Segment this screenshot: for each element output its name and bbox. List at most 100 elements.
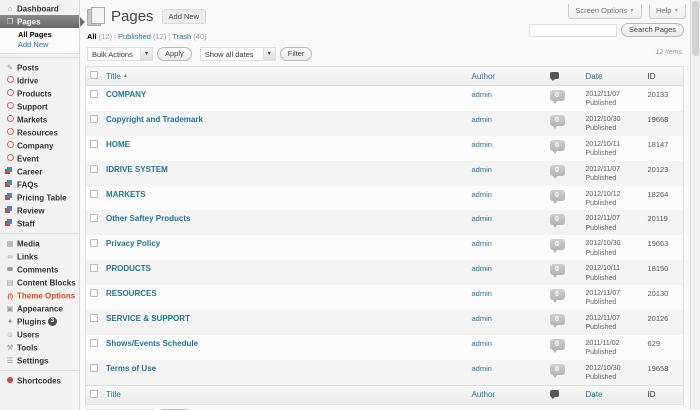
column-author[interactable]: Author — [467, 66, 546, 86]
page-title-link[interactable]: Other Saftey Products — [106, 214, 190, 223]
page-title-link[interactable]: Terms of Use — [106, 364, 156, 373]
page-title-link[interactable]: SERVICE & SUPPORT — [106, 314, 190, 323]
row-checkbox[interactable] — [90, 189, 98, 198]
view-link-trash[interactable]: Trash — [172, 32, 191, 41]
filter-button[interactable]: Filter — [279, 47, 313, 61]
scrollbar-thumb[interactable] — [692, 1, 699, 56]
row-checkbox[interactable] — [90, 289, 98, 297]
sidebar-item-staff[interactable]: Staff — [0, 217, 79, 230]
row-checkbox[interactable] — [90, 164, 98, 173]
sidebar-item-dashboard[interactable]: Dashboard — [0, 2, 79, 15]
author-link[interactable]: admin — [472, 115, 492, 124]
sidebar-item-users[interactable]: Users — [0, 328, 79, 341]
sidebar-item-pages[interactable]: Pages — [0, 15, 85, 28]
author-link[interactable]: admin — [472, 140, 492, 149]
sidebar-item-shortcodes[interactable]: Shortcodes — [0, 374, 79, 387]
sidebar-item-company[interactable]: Company — [0, 139, 79, 152]
column-comments[interactable] — [545, 66, 582, 86]
comment-count-bubble[interactable]: 0 — [549, 214, 565, 229]
page-title-link[interactable]: IDRIVE SYSTEM — [106, 165, 168, 174]
comment-count-bubble[interactable]: 0 — [549, 363, 565, 378]
comment-count-bubble[interactable]: 0 — [549, 164, 565, 179]
page-title-link[interactable]: Privacy Policy — [106, 239, 160, 248]
page-title-link[interactable]: Copyright and Trademark — [106, 115, 203, 124]
sidebar-item-career[interactable]: Career — [0, 165, 79, 178]
select-all-checkbox[interactable] — [90, 389, 98, 398]
page-title-link[interactable]: RESOURCES — [106, 289, 157, 298]
sidebar-item-tools[interactable]: Tools — [0, 341, 79, 354]
page-title-link[interactable]: Shows/Events Schedule — [106, 339, 198, 348]
column-author[interactable]: Author — [467, 384, 546, 404]
column-date[interactable]: Date — [581, 66, 644, 86]
comment-count-bubble[interactable]: 0 — [549, 189, 565, 204]
search-input[interactable] — [528, 23, 617, 37]
page-title-link[interactable]: MARKETS — [106, 190, 146, 199]
comment-count-bubble[interactable]: 0 — [549, 139, 565, 154]
sidebar-item-posts[interactable]: Posts — [0, 61, 79, 74]
author-link[interactable]: admin — [472, 264, 492, 273]
comment-count-bubble[interactable]: 0 — [549, 114, 565, 129]
page-title-link[interactable]: HOME — [106, 140, 130, 149]
row-checkbox[interactable] — [90, 214, 98, 223]
sidebar-subitem-all-pages[interactable]: All Pages — [0, 30, 79, 40]
sidebar-item-content-blocks[interactable]: Content Blocks — [0, 276, 79, 289]
column-date[interactable]: Date — [581, 384, 644, 404]
search-pages-button[interactable]: Search Pages — [620, 23, 684, 37]
sidebar-item-review[interactable]: Review — [0, 204, 79, 217]
sidebar-item-theme-options[interactable]: Theme Options — [0, 289, 79, 302]
apply-button[interactable]: Apply — [157, 47, 192, 61]
column-title[interactable]: Title ▲ — [102, 66, 468, 86]
column-comments[interactable] — [545, 384, 582, 404]
row-checkbox[interactable] — [90, 139, 98, 148]
screen-options-tab[interactable]: Screen Options ▼ — [568, 4, 642, 19]
sidebar-subitem-add-new[interactable]: Add New — [0, 40, 79, 50]
row-checkbox[interactable] — [90, 313, 98, 322]
comment-count-bubble[interactable]: 0 — [549, 264, 565, 279]
column-title[interactable]: Title — [102, 384, 468, 404]
author-link[interactable]: admin — [472, 190, 492, 199]
sidebar-item-appearance[interactable]: Appearance — [0, 302, 79, 315]
sidebar-item-faqs[interactable]: FAQs — [0, 178, 79, 191]
sidebar-item-resources[interactable]: Resources — [0, 126, 79, 139]
add-new-button[interactable]: Add New — [161, 9, 206, 24]
author-link[interactable]: admin — [472, 339, 492, 348]
sidebar-item-media[interactable]: Media — [0, 237, 79, 250]
dates-filter-select[interactable]: Show all dates ▼ — [199, 47, 276, 61]
row-checkbox[interactable] — [90, 264, 98, 273]
sidebar-item-support[interactable]: Support — [0, 100, 79, 113]
author-link[interactable]: admin — [472, 239, 492, 248]
sidebar-item-plugins[interactable]: Plugins3 — [0, 315, 79, 328]
sidebar-item-links[interactable]: Links — [0, 250, 79, 263]
page-title-link[interactable]: COMPANY — [106, 90, 146, 99]
sidebar-item-pricing-table[interactable]: Pricing Table — [0, 191, 79, 204]
view-link-published[interactable]: Published — [118, 32, 151, 41]
author-link[interactable]: admin — [472, 314, 492, 323]
comment-count-bubble[interactable]: 0 — [549, 338, 565, 353]
vertical-scrollbar[interactable] — [690, 0, 700, 410]
select-all-checkbox[interactable] — [90, 71, 98, 79]
row-checkbox[interactable] — [90, 363, 98, 372]
row-checkbox[interactable] — [90, 338, 98, 347]
sidebar-item-markets[interactable]: Markets — [0, 113, 79, 126]
row-checkbox[interactable] — [90, 90, 98, 98]
view-link-all[interactable]: All — [87, 32, 97, 41]
help-tab[interactable]: Help ▼ — [649, 4, 686, 19]
author-link[interactable]: admin — [472, 214, 492, 223]
page-title-link[interactable]: PRODUCTS — [106, 264, 151, 273]
bulk-actions-select[interactable]: Bulk Actions ▼ — [87, 47, 153, 61]
sidebar-item-comments[interactable]: Comments — [0, 263, 79, 276]
row-checkbox[interactable] — [90, 114, 98, 123]
sidebar-item-settings[interactable]: Settings — [0, 354, 79, 367]
author-link[interactable]: admin — [472, 90, 492, 99]
sidebar-item-idrive[interactable]: Idrive — [0, 74, 79, 87]
sidebar-item-event[interactable]: Event — [0, 152, 79, 165]
row-checkbox[interactable] — [90, 239, 98, 248]
comment-count-bubble[interactable]: 0 — [549, 313, 565, 328]
author-link[interactable]: admin — [472, 364, 492, 373]
author-link[interactable]: admin — [472, 289, 492, 298]
author-link[interactable]: admin — [472, 165, 492, 174]
comment-count-bubble[interactable]: 0 — [549, 90, 565, 104]
comment-count-bubble[interactable]: 0 — [549, 289, 565, 303]
sidebar-item-products[interactable]: Products — [0, 87, 79, 100]
comment-count-bubble[interactable]: 0 — [549, 239, 565, 254]
